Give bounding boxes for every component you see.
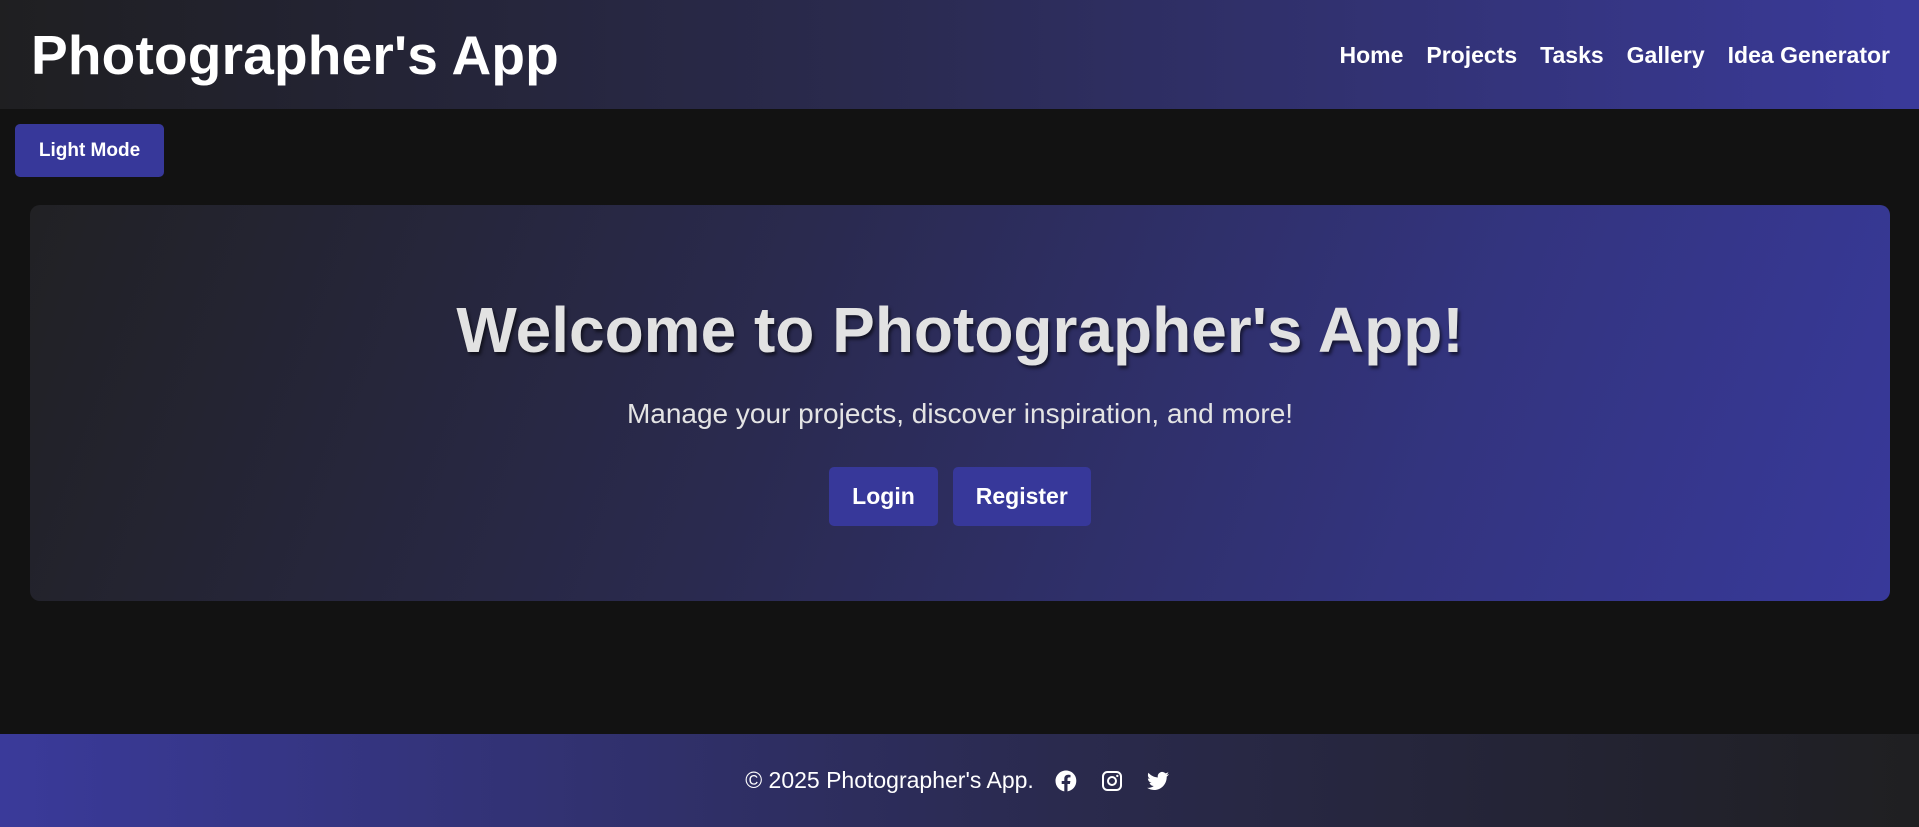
light-mode-toggle-button[interactable]: Light Mode	[15, 124, 164, 177]
facebook-icon[interactable]	[1050, 765, 1082, 797]
nav-home-link[interactable]: Home	[1339, 42, 1403, 69]
hero-title: Welcome to Photographer's App!	[456, 294, 1464, 366]
nav-idea-generator-link[interactable]: Idea Generator	[1728, 42, 1890, 69]
hero-actions: Login Register	[30, 467, 1890, 526]
instagram-icon[interactable]	[1096, 765, 1128, 797]
page: Photographer's App Home Projects Tasks G…	[0, 0, 1919, 827]
twitter-icon[interactable]	[1142, 765, 1174, 797]
copyright-text: © 2025 Photographer's App.	[745, 767, 1034, 793]
top-header: Photographer's App Home Projects Tasks G…	[0, 0, 1919, 109]
main-nav: Home Projects Tasks Gallery Idea Generat…	[1339, 42, 1890, 69]
page-footer: © 2025 Photographer's App.	[0, 734, 1919, 827]
nav-tasks-link[interactable]: Tasks	[1540, 42, 1604, 69]
social-links	[1050, 765, 1174, 797]
app-title: Photographer's App	[31, 23, 559, 86]
hero-section: Welcome to Photographer's App! Manage yo…	[30, 205, 1890, 601]
nav-gallery-link[interactable]: Gallery	[1627, 42, 1705, 69]
hero-subtitle: Manage your projects, discover inspirati…	[626, 398, 1294, 429]
register-button[interactable]: Register	[952, 467, 1091, 526]
nav-projects-link[interactable]: Projects	[1426, 42, 1517, 69]
login-button[interactable]: Login	[829, 467, 938, 526]
